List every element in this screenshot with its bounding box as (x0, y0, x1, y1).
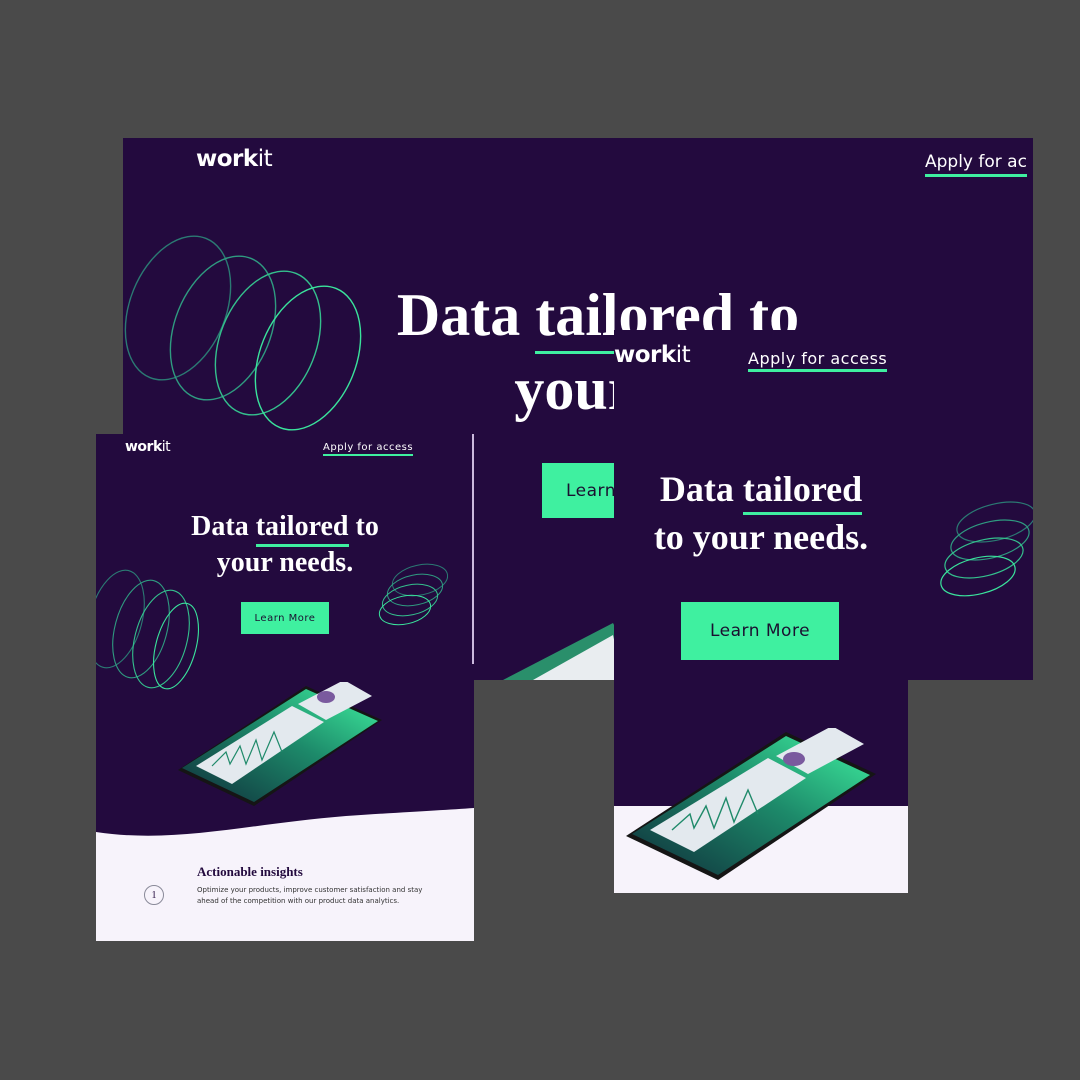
tailored-underlined: tailored (255, 509, 349, 547)
phone-illustration (626, 728, 876, 880)
learn-more-button[interactable]: Learn More (241, 602, 329, 634)
apply-for-access-link[interactable]: Apply for ac (925, 152, 1027, 177)
brand-logo[interactable]: workit (196, 146, 273, 172)
spiral-rings-decoration (124, 235, 362, 431)
brand-logo[interactable]: workit (125, 439, 171, 455)
spiral-rings-left-decoration (96, 569, 199, 690)
feature-title: Actionable insights (197, 864, 303, 879)
apply-for-access-link[interactable]: Apply for access (748, 349, 888, 372)
apply-for-access-link[interactable]: Apply for access (323, 442, 414, 456)
brand-logo[interactable]: workit (614, 342, 691, 368)
phone-illustration (178, 682, 382, 806)
tablet-mockup: workit Apply for access Data tailored to… (96, 434, 474, 941)
hero-headline: Data tailored to your needs. (614, 465, 908, 561)
feature-description: Optimize your products, improve customer… (197, 886, 423, 905)
mobile-mockup: workit Apply for access Data tailored to… (614, 330, 908, 893)
feature-number-badge: 1 (144, 885, 164, 905)
spiral-rings-right-decoration (940, 501, 1033, 597)
learn-more-button[interactable]: Learn More (681, 602, 839, 660)
spiral-rings-right-decoration (378, 563, 449, 626)
tailored-underlined: tailored (742, 465, 863, 515)
